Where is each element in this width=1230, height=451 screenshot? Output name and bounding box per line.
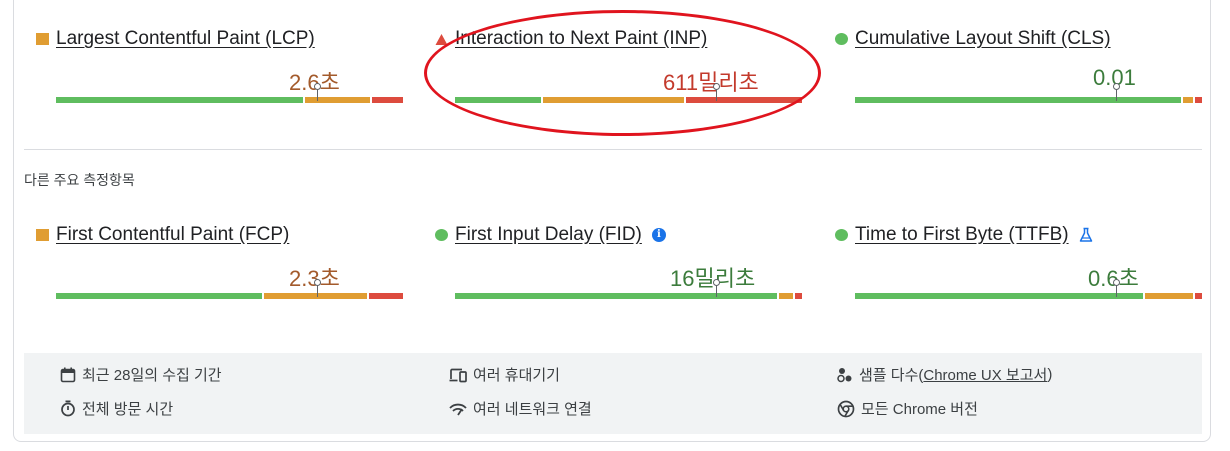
metric-header: Time to First Byte (TTFB) — [835, 223, 1093, 247]
good-circle-icon — [435, 229, 448, 241]
metric-name-link[interactable]: Largest Contentful Paint (LCP) — [56, 28, 315, 50]
distribution-bar — [455, 83, 802, 103]
metric-header: Largest Contentful Paint (LCP) — [36, 27, 315, 51]
devices-icon — [449, 368, 467, 382]
p75-marker-line — [1116, 89, 1117, 101]
bar-segment-average — [543, 97, 684, 103]
samples-prefix: 샘플 다수( — [859, 367, 924, 384]
distribution-bar — [56, 279, 403, 299]
p75-marker-line — [716, 285, 717, 297]
metric-lcp: Largest Contentful Paint (LCP) 2.6초 — [36, 27, 403, 127]
distribution-bar — [855, 279, 1202, 299]
chrome-ux-report-link[interactable]: Chrome UX 보고서 — [923, 364, 1047, 385]
bar-segment-good — [455, 97, 541, 103]
collection-period-item: 최근 28일의 수집 기간 — [60, 364, 222, 385]
bar-segment-poor — [795, 293, 802, 299]
p75-marker-line — [716, 89, 717, 101]
metric-value: 2.6초 — [289, 70, 340, 95]
other-metrics-heading: 다른 주요 측정항목 — [24, 172, 135, 188]
p75-marker-line — [317, 285, 318, 297]
metric-header: First Input Delay (FID) i — [435, 223, 666, 247]
bar-segment-good — [56, 293, 262, 299]
metric-value: 16밀리초 — [670, 266, 756, 291]
good-circle-icon — [835, 33, 848, 45]
bar-segment-poor — [1195, 293, 1202, 299]
samples-icon — [837, 367, 852, 382]
metric-fcp: First Contentful Paint (FCP) 2.3초 — [36, 223, 403, 323]
bar-segment-poor — [372, 97, 403, 103]
distribution-bar — [56, 83, 403, 103]
metric-cls: Cumulative Layout Shift (CLS) 0.01 — [835, 27, 1202, 127]
duration-text: 전체 방문 시간 — [82, 401, 174, 418]
p75-marker-line — [317, 89, 318, 101]
bar-segment-good — [56, 97, 303, 103]
bar-segment-average — [1183, 97, 1193, 103]
bar-segment-poor — [369, 293, 403, 299]
average-square-icon — [36, 33, 49, 45]
metric-header: Interaction to Next Paint (INP) — [435, 27, 707, 51]
metric-name-link[interactable]: First Contentful Paint (FCP) — [56, 224, 289, 246]
p75-marker-line — [1116, 285, 1117, 297]
metric-inp: Interaction to Next Paint (INP) 611밀리초 — [435, 27, 802, 127]
network-item: 여러 네트워크 연결 — [449, 398, 592, 419]
metric-value: 611밀리초 — [663, 70, 759, 95]
collection-period-text: 최근 28일의 수집 기간 — [82, 367, 222, 384]
metric-name-link[interactable]: First Input Delay (FID) — [455, 224, 642, 246]
bar-segment-poor — [1195, 97, 1202, 103]
p75-marker — [1113, 279, 1120, 286]
p75-marker — [1113, 83, 1120, 90]
bar-segment-good — [855, 97, 1181, 103]
bar-segment-good — [455, 293, 777, 299]
duration-item: 전체 방문 시간 — [60, 398, 173, 419]
versions-item: 모든 Chrome 버전 — [837, 398, 978, 419]
distribution-bar — [455, 279, 802, 299]
devices-item: 여러 휴대기기 — [449, 364, 560, 385]
bar-segment-poor — [686, 97, 802, 103]
metric-ttfb: Time to First Byte (TTFB) 0.6초 — [835, 223, 1202, 323]
calendar-icon — [60, 367, 76, 382]
flask-icon[interactable] — [1079, 227, 1093, 243]
bar-segment-average — [1145, 293, 1193, 299]
samples-item: 샘플 다수(Chrome UX 보고서) — [837, 364, 1052, 385]
samples-suffix: ) — [1047, 366, 1053, 383]
chrome-icon — [837, 400, 855, 417]
devices-text: 여러 휴대기기 — [473, 367, 560, 384]
versions-text: 모든 Chrome 버전 — [861, 401, 978, 418]
metric-fid: First Input Delay (FID) i 16밀리초 — [435, 223, 802, 323]
p75-marker — [314, 279, 321, 286]
info-icon[interactable]: i — [651, 228, 666, 242]
average-square-icon — [36, 229, 49, 241]
bar-segment-average — [264, 293, 367, 299]
bar-segment-average — [305, 97, 370, 103]
collection-info-panel: 최근 28일의 수집 기간 전체 방문 시간 여러 휴대기기 여러 네트워크 연… — [24, 353, 1202, 434]
bar-segment-good — [855, 293, 1143, 299]
metric-header: First Contentful Paint (FCP) — [36, 223, 289, 247]
metric-header: Cumulative Layout Shift (CLS) — [835, 27, 1111, 51]
timer-icon — [61, 400, 75, 417]
distribution-bar — [855, 83, 1202, 103]
network-text: 여러 네트워크 연결 — [473, 401, 592, 418]
network-icon — [449, 403, 467, 415]
metric-name-link[interactable]: Interaction to Next Paint (INP) — [455, 28, 707, 50]
p75-marker — [314, 83, 321, 90]
p75-marker — [713, 279, 720, 286]
p75-marker — [713, 83, 720, 90]
poor-triangle-icon — [435, 33, 448, 45]
bar-segment-average — [779, 293, 793, 299]
good-circle-icon — [835, 229, 848, 241]
metric-value: 0.6초 — [1088, 266, 1139, 291]
metric-name-link[interactable]: Cumulative Layout Shift (CLS) — [855, 28, 1111, 50]
metric-name-link[interactable]: Time to First Byte (TTFB) — [855, 224, 1069, 246]
divider — [24, 149, 1202, 150]
metric-value: 2.3초 — [289, 266, 340, 291]
